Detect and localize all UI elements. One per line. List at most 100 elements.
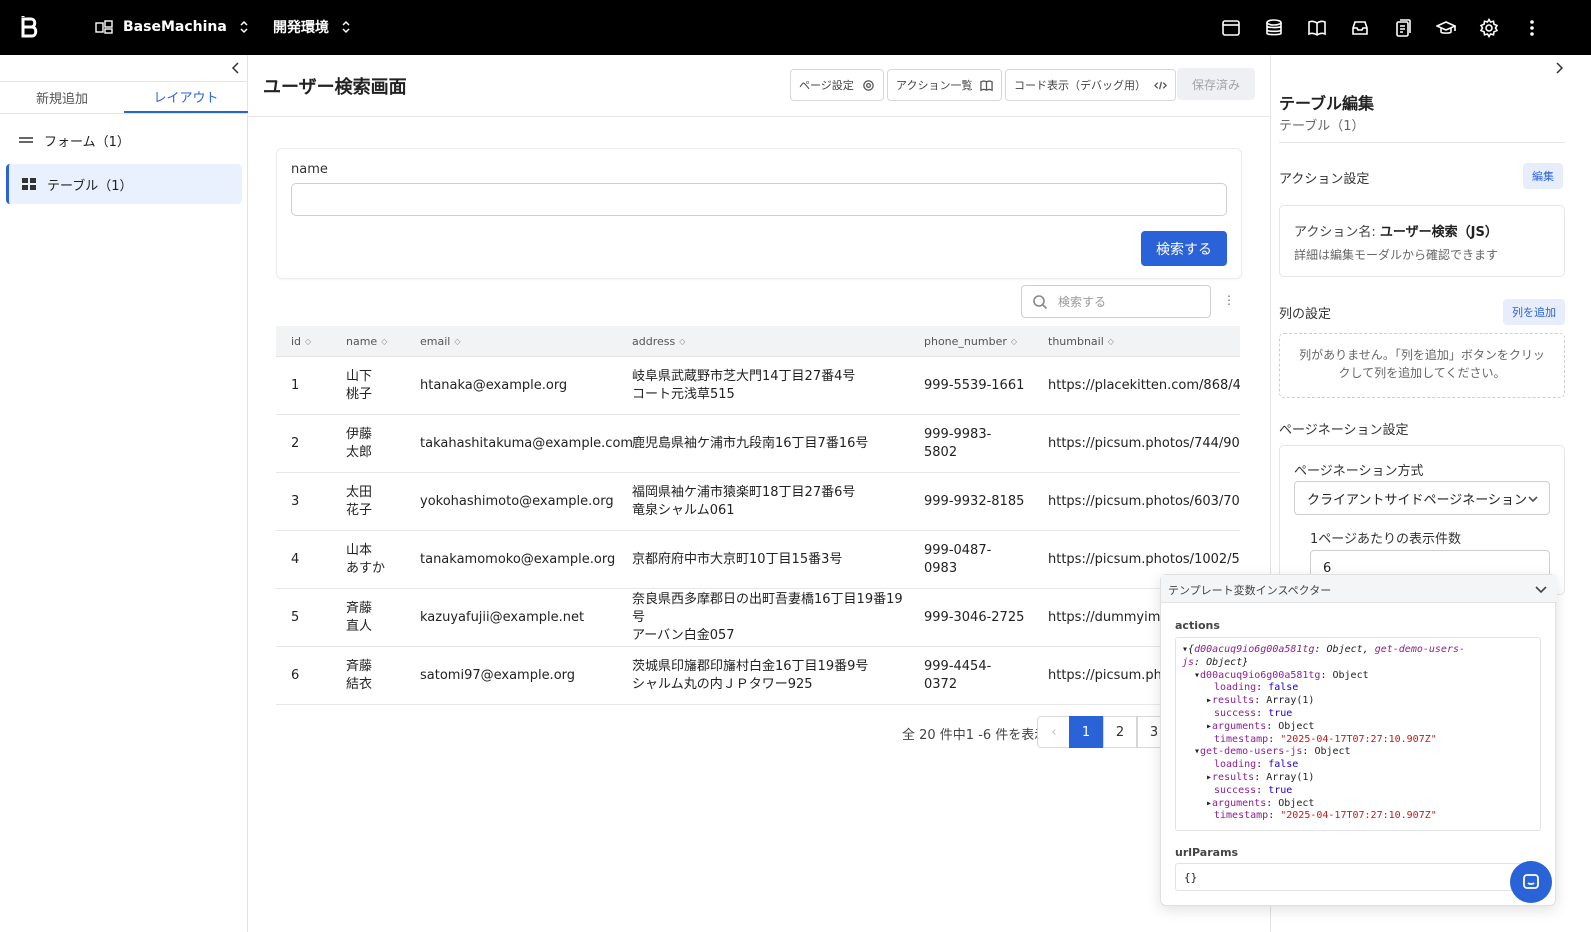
tree-value: "2025-04-17T07:27:10.907Z" <box>1280 810 1437 822</box>
action-name-label: アクション名: <box>1294 225 1376 240</box>
database-icon[interactable] <box>1252 17 1295 39</box>
tree-node[interactable]: ▾d00acuq9io6g00a581tg: Object <box>1182 670 1534 683</box>
tree-value: Object <box>1206 656 1243 668</box>
cell-phone: 999-9932-8185 <box>909 493 1033 511</box>
tree-key: success <box>1214 784 1257 796</box>
table-search-input[interactable]: 検索する <box>1021 285 1211 318</box>
environment-selector[interactable]: 開発環境 <box>273 16 351 38</box>
book-icon <box>980 79 994 91</box>
saved-button[interactable]: 保存済み <box>1177 68 1256 100</box>
url-params-label: urlParams <box>1175 846 1239 859</box>
pagination-settings-card: ページネーション方式 クライアントサイドページネーション 1ページあたりの表示件… <box>1279 445 1565 595</box>
page-header: ユーザー検索画面 ページ設定 アクション一覧 コード表示（デバッグ用） 保存済み <box>248 55 1270 117</box>
add-column-button[interactable]: 列を追加 <box>1503 299 1565 325</box>
column-header-address[interactable]: address ◇ <box>617 335 909 348</box>
main-canvas: ユーザー検索画面 ページ設定 アクション一覧 コード表示（デバッグ用） 保存済み… <box>248 55 1270 932</box>
action-card: アクション名: ユーザー検索（JS） 詳細は編集モーダルから確認できます <box>1279 205 1565 277</box>
column-header-thumbnail[interactable]: thumbnail ◇ <box>1033 335 1240 348</box>
name-field[interactable] <box>291 183 1227 216</box>
layout-item-table[interactable]: テーブル（1） <box>6 164 242 204</box>
tree-key: timestamp <box>1214 810 1269 822</box>
tree-value: false <box>1268 759 1299 771</box>
layout-item-form[interactable]: フォーム（1） <box>6 120 242 160</box>
chat-support-button[interactable] <box>1510 861 1552 903</box>
tree-key: get-demo-users- <box>1374 644 1466 655</box>
cell-line: 山本 <box>346 542 373 558</box>
cell-line: 山下 <box>346 368 373 384</box>
gear-icon <box>862 79 874 91</box>
pagination-mode-value: クライアントサイドページネーション <box>1307 492 1527 508</box>
browser-window-icon[interactable] <box>1209 17 1252 39</box>
cell-line: 太田 <box>346 484 373 500</box>
graduation-cap-icon[interactable] <box>1424 17 1467 39</box>
tree-node[interactable]: ▸results: Array(1) <box>1182 695 1534 708</box>
cell-name: 斉藤 直人 <box>331 600 405 636</box>
sort-icon: ◇ <box>679 337 686 346</box>
search-submit-button[interactable]: 検索する <box>1141 231 1227 266</box>
sort-icon: ◇ <box>454 337 461 346</box>
app-selector[interactable]: BaseMachina <box>95 16 249 38</box>
gear-icon[interactable] <box>1467 17 1510 39</box>
chevron-right-icon[interactable] <box>1553 61 1565 75</box>
cell-email: satomi97@example.org <box>420 667 576 683</box>
actions-tree: ▾{d00acuq9io6g00a581tg: Object, get-demo… <box>1175 637 1541 831</box>
table-row[interactable]: 2 伊藤 太郎 takahashitakuma@example.com 鹿児島県袖ケ浦市… <box>276 415 1240 473</box>
tree-key: d00acuq9io6g00a581tg <box>1200 669 1321 681</box>
book-icon[interactable] <box>1295 17 1338 39</box>
sort-icon: ◇ <box>381 337 388 346</box>
table-search-placeholder: 検索する <box>1058 295 1107 309</box>
code-view-label: コード表示（デバッグ用） <box>1014 79 1146 92</box>
pagination-prev-button[interactable]: ‹ <box>1037 716 1071 748</box>
cell-address: 茨城県印旛郡印旛村白金16丁目19番9号 シャルム丸の内ＪＰタワー925 <box>617 658 909 694</box>
inspector-header[interactable]: テンプレート変数インスペクター <box>1161 575 1557 603</box>
tree-key: js <box>1182 656 1195 668</box>
tree-value: "2025-04-17T07:27:10.907Z" <box>1280 733 1437 745</box>
table-row[interactable]: 4 山本 あすか tanakamomoko@example.org 京都府府中市大京町1… <box>276 531 1240 589</box>
code-view-button[interactable]: コード表示（デバッグ用） <box>1005 69 1176 101</box>
more-vertical-icon[interactable] <box>1510 17 1553 39</box>
tree-key: get-demo-users-js <box>1200 746 1303 758</box>
basemachina-logo[interactable] <box>20 13 40 41</box>
table-row[interactable]: 3 太田 花子 yokohashimoto@example.org 福岡県袖ケ浦市猿楽町… <box>276 473 1240 531</box>
tab-layout[interactable]: レイアウト <box>124 82 248 113</box>
cell-address: 京都府府中市大京町10丁目15番3号 <box>617 551 909 569</box>
page-settings-button[interactable]: ページ設定 <box>790 69 884 101</box>
table-more-icon[interactable]: ⋮ <box>1223 293 1235 309</box>
column-header-phone[interactable]: phone_number ◇ <box>909 335 1033 348</box>
cell-email: kazuyafujii@example.net <box>420 609 585 625</box>
tree-root[interactable]: ▾{d00acuq9io6g00a581tg: Object, get-demo… <box>1182 644 1534 657</box>
chat-bubble-icon <box>1523 874 1539 889</box>
table-row[interactable]: 5 斉藤 直人 kazuyafujii@example.net 奈良県西多摩郡日の出町吾… <box>276 589 1240 647</box>
tree-node[interactable]: ▸arguments: Object <box>1182 798 1534 811</box>
table-row[interactable]: 6 斉藤 結衣 satomi97@example.org 茨城県印旛郡印旛村白金16丁目… <box>276 647 1240 705</box>
action-list-button[interactable]: アクション一覧 <box>887 69 1003 101</box>
table-row[interactable]: 1 山下 桃子 htanaka@example.org 岐阜県武蔵野市芝大門14丁目27… <box>276 357 1240 415</box>
pagination-page-1[interactable]: 1 <box>1069 716 1103 748</box>
left-panel-tabs: 新規追加 レイアウト <box>0 81 248 114</box>
tree-node[interactable]: ▸arguments: Object <box>1182 721 1534 734</box>
column-header-id[interactable]: id ◇ <box>276 335 331 348</box>
tree-node[interactable]: ▸results: Array(1) <box>1182 772 1534 785</box>
cell-phone: 999-4454- 0372 <box>909 658 1033 694</box>
cell-id: 4 <box>291 551 300 567</box>
tab-new[interactable]: 新規追加 <box>0 82 124 113</box>
cell-email: takahashitakuma@example.com <box>420 435 634 451</box>
column-header-email[interactable]: email ◇ <box>405 335 617 348</box>
cell-address: 福岡県袖ケ浦市猿楽町18丁目27番6号 竜泉シャルム061 <box>617 484 909 520</box>
files-icon[interactable] <box>1381 17 1424 39</box>
inbox-icon[interactable] <box>1338 17 1381 39</box>
tree-leaf: loading: false <box>1214 759 1299 771</box>
cell-line: 伊藤 <box>346 426 373 442</box>
tree-value: true <box>1268 707 1293 719</box>
top-bar: BaseMachina 開発環境 <box>0 0 1591 55</box>
cell-name: 伊藤 太郎 <box>331 426 405 462</box>
tree-value: true <box>1268 784 1293 796</box>
pagination-page-2[interactable]: 2 <box>1103 716 1137 748</box>
edit-action-button[interactable]: 編集 <box>1523 163 1563 189</box>
cell-line: 5802 <box>924 444 958 460</box>
chevron-left-icon[interactable] <box>230 61 242 75</box>
tree-node[interactable]: ▾get-demo-users-js: Object <box>1182 746 1534 759</box>
pagination-mode-select[interactable]: クライアントサイドページネーション <box>1294 481 1550 515</box>
column-header-name[interactable]: name ◇ <box>331 335 405 348</box>
action-settings-heading: アクション設定 <box>1279 172 1370 187</box>
